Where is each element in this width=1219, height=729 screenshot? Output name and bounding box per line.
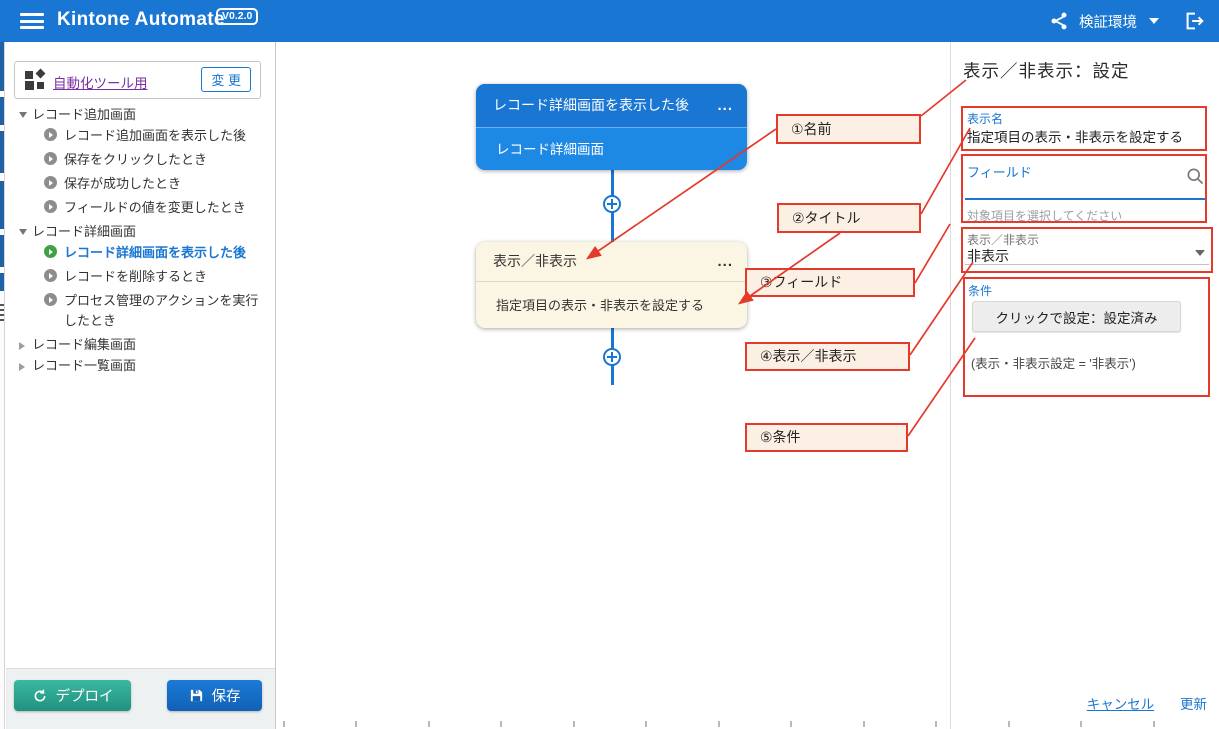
node-menu-dots-icon[interactable]: ... [717,84,733,127]
tree-group-record-add[interactable]: レコード追加画面 [6,104,274,125]
tree-item[interactable]: 保存が成功したとき [6,173,268,197]
visibility-select-underline [965,264,1209,265]
event-play-icon [44,152,57,165]
cancel-link[interactable]: キャンセル [1087,697,1155,712]
event-play-icon-active [44,245,57,258]
select-caret-icon[interactable] [1195,250,1205,256]
trigger-node-header: レコード詳細画面を表示した後 ... [476,84,747,127]
display-name-label: 表示名 [967,110,1003,127]
share-icon[interactable] [1049,11,1069,31]
trigger-node-subtitle: レコード詳細画面 [476,127,747,170]
ruler-tick [1153,721,1155,727]
event-play-icon [44,200,57,213]
tree-item[interactable]: レコード追加画面を表示した後 [6,125,268,149]
event-play-icon [44,128,57,141]
ruler-tick [428,721,430,727]
annotation-condition: ⑤条件 [745,423,908,452]
app-name-link[interactable]: 自動化ツール用 [53,72,148,92]
node-menu-dots-icon[interactable]: ... [717,242,733,281]
condition-label: 条件 [968,282,992,299]
ruler-tick [645,721,647,727]
collapse-triangle-icon[interactable] [19,229,27,235]
add-step-button[interactable] [603,195,621,213]
app-title: Kintone Automate [57,9,225,31]
ruler-tick [283,721,285,727]
search-icon[interactable] [1185,166,1205,191]
sync-icon [32,688,48,704]
ruler-tick [718,721,720,727]
ruler-tick [1080,721,1082,727]
flow-canvas: レコード詳細画面を表示した後 ... レコード詳細画面 表示／非表示 ... 指… [277,42,950,729]
save-button[interactable]: 保存 [167,680,262,711]
condition-expression: (表示・非表示設定 = '非表示') [971,353,1136,372]
ruler-tick [863,721,865,727]
kintone-automate-app: Kintone Automate V0.2.0 検証環境 自動化ツール用 [0,0,1219,729]
annotation-visibility: ④表示／非表示 [745,342,910,371]
condition-set-button[interactable]: クリックで設定：設定済み [972,301,1181,332]
update-link[interactable]: 更新 [1180,697,1207,712]
display-name-value[interactable]: 指定項目の表示・非表示を設定する [967,126,1183,146]
tree-item[interactable]: フィールドの値を変更したとき [6,197,268,221]
ruler-tick [1008,721,1010,727]
action-node-header: 表示／非表示 ... [476,242,747,281]
app-header: Kintone Automate V0.2.0 検証環境 [0,0,1219,42]
tree-group-record-edit[interactable]: レコード編集画面 [6,334,274,355]
tree-item[interactable]: 保存をクリックしたとき [6,149,268,173]
visibility-select-value[interactable]: 非表示 [967,246,1009,266]
logout-icon[interactable] [1183,10,1205,32]
tree-item[interactable]: レコードを削除するとき [6,266,268,290]
ruler-tick [355,721,357,727]
sidebar: 自動化ツール用 変 更 レコード追加画面 レコード追加画面を表示した後 保存をク… [6,42,276,729]
annotation-name: ①名前 [776,114,921,144]
tree-item[interactable]: プロセス管理のアクションを実行したとき [6,290,268,334]
event-play-icon [44,269,57,282]
event-tree: レコード追加画面 レコード追加画面を表示した後 保存をクリックしたとき 保存が成… [6,104,274,376]
environment-caret-icon[interactable] [1149,18,1159,24]
environment-selector[interactable]: 検証環境 [1079,11,1137,32]
tree-group-record-detail[interactable]: レコード詳細画面 [6,221,274,242]
deploy-button[interactable]: デプロイ [14,680,131,711]
action-node[interactable]: 表示／非表示 ... 指定項目の表示・非表示を設定する [476,242,747,328]
add-step-button[interactable] [603,348,621,366]
tree-group-record-list[interactable]: レコード一覧画面 [6,355,274,376]
annotation-field: ③フィールド [745,268,915,297]
ruler-tick [573,721,575,727]
ruler-tick [790,721,792,727]
expand-triangle-icon[interactable] [19,363,25,371]
ruler-tick [500,721,502,727]
panel-title: 表示／非表示：設定 [963,58,1130,83]
event-play-icon [44,176,57,189]
action-node-subtitle: 指定項目の表示・非表示を設定する [476,281,747,328]
annotation-title: ②タイトル [777,203,921,233]
trigger-node[interactable]: レコード詳細画面を表示した後 ... レコード詳細画面 [476,84,747,170]
settings-panel: 表示／非表示：設定 表示名 指定項目の表示・非表示を設定する フィールド 対象項… [950,42,1219,729]
sidebar-footer: デプロイ 保存 [6,668,275,729]
app-selector-box: 自動化ツール用 変 更 [14,61,261,99]
version-badge: V0.2.0 [216,8,258,25]
change-app-button[interactable]: 変 更 [201,67,251,92]
window-edge-strip [0,42,5,729]
app-icon [25,70,46,91]
tree-item-active[interactable]: レコード詳細画面を表示した後 [6,242,268,266]
event-play-icon [44,293,57,306]
field-input[interactable] [965,198,1205,200]
field-label: フィールド [967,162,1032,181]
collapse-triangle-icon[interactable] [19,112,27,118]
floppy-disk-icon [189,688,204,703]
expand-triangle-icon[interactable] [19,342,25,350]
hamburger-menu-icon[interactable] [20,13,44,29]
ruler-tick [935,721,937,727]
field-helper-text: 対象項目を選択してください [967,207,1122,224]
